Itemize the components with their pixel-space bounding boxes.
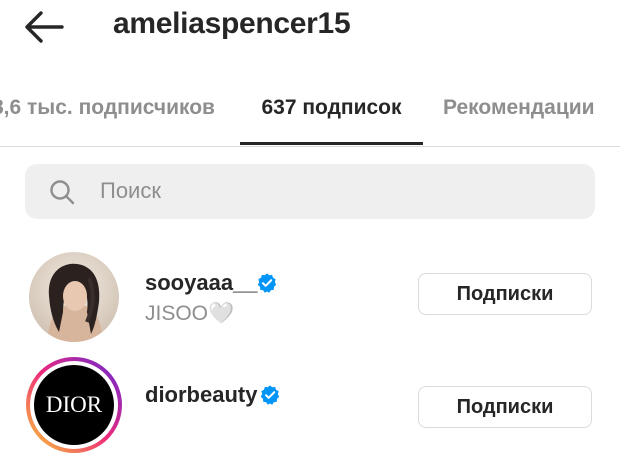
tab-following[interactable]: 637 подписок (240, 80, 423, 144)
username[interactable]: diorbeauty (145, 382, 257, 408)
verified-badge-icon (257, 273, 277, 293)
search-placeholder: Поиск (100, 178, 161, 203)
top-bar: ameliaspencer15 (0, 0, 620, 54)
avatar[interactable]: DIOR (25, 356, 123, 454)
list-item: sooyaaa__ JISOO🤍 Подписки (0, 248, 620, 358)
search-input[interactable]: Поиск (25, 164, 595, 219)
search-icon (50, 180, 75, 205)
tab-bar: 8,6 тыс. подписчиков 637 подписок Рекоме… (0, 80, 620, 147)
tab-followers[interactable]: 8,6 тыс. подписчиков (0, 80, 215, 144)
dior-logo-text: DIOR (46, 392, 103, 417)
display-name: JISOO🤍 (145, 302, 235, 325)
username[interactable]: sooyaaa__ (145, 270, 258, 296)
verified-badge-icon (260, 385, 280, 405)
following-button[interactable]: Подписки (418, 273, 592, 315)
back-button[interactable] (22, 8, 66, 46)
list-item: DIOR diorbeauty Подписки (0, 354, 620, 464)
profile-username-title: ameliaspencer15 (113, 7, 351, 40)
following-button[interactable]: Подписки (418, 386, 592, 428)
tab-recommendations[interactable]: Рекомендации (443, 80, 595, 144)
arrow-left-icon (25, 11, 64, 43)
avatar[interactable] (29, 252, 119, 342)
active-tab-indicator (240, 142, 423, 145)
